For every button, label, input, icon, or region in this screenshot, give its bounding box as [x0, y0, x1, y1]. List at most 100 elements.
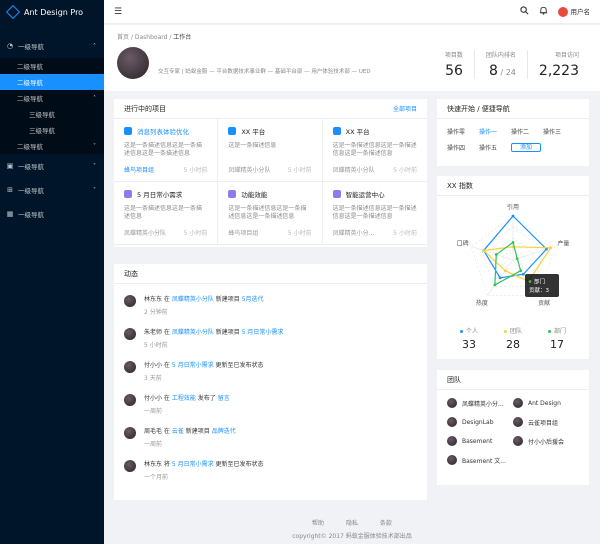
stat-projects: 项目数 56: [434, 50, 474, 79]
activity-group-link[interactable]: 凤蝶精英小分队: [172, 329, 214, 336]
project-name[interactable]: XX 平台: [241, 126, 265, 136]
user-menu[interactable]: 用户名: [557, 6, 590, 17]
sidebar-item-label: 三级导航: [29, 111, 55, 119]
chevron-up-icon: ˄: [93, 42, 96, 50]
sidebar-item[interactable]: 三级导航: [0, 122, 104, 138]
team-member[interactable]: 付小小后援会: [513, 436, 579, 446]
activity-connector: 在: [162, 428, 172, 435]
team-member[interactable]: Basement 文...: [447, 455, 513, 465]
team-member[interactable]: Basement: [447, 436, 513, 446]
radar-card: XX 指数 引用 产量 贡献 热度 口碑 部门 贡献：3 个人 33 团队 28 部门 17: [437, 176, 589, 359]
sidebar-item[interactable]: ◔ 一级导航 ˄: [0, 34, 104, 58]
team-member[interactable]: 云雀项目组: [513, 417, 579, 427]
radar-tooltip: 部门贡献：3: [525, 274, 559, 297]
radar-axis-label: 引用: [507, 203, 519, 211]
activity-group-link[interactable]: 云雀: [172, 428, 184, 435]
project-item[interactable]: XX 平台 这是一条描述信息 凤蝶精英小分队 5 小时前: [218, 119, 323, 182]
project-item[interactable]: 消息列表体验优化 这是一条描述信息这是一条描述信息这是一条描述信息 蜂鸟项目组 5 小…: [114, 119, 219, 182]
project-item[interactable]: 智能运营中心 这是一条描述信息这是一条描述信息这是一条描述信息 凤蝶精英小分... 5…: [322, 182, 427, 245]
quicknav-link[interactable]: 操作四: [447, 143, 479, 152]
project-footer: 凤蝶精英小分队 5 小时前: [124, 228, 207, 237]
project-title: 智能运营中心: [332, 189, 417, 199]
legend-dot-icon: [459, 330, 463, 333]
team-member[interactable]: DesignLab: [447, 417, 513, 427]
project-name[interactable]: 功能效能: [241, 189, 267, 199]
bell-icon[interactable]: [539, 6, 548, 17]
user-avatar: [117, 47, 149, 79]
activity-target-link[interactable]: 5 月日常小需求: [242, 329, 284, 336]
project-team[interactable]: 凤蝶精英小分队: [124, 228, 166, 237]
activity-user: 周毛毛: [144, 428, 163, 435]
card-title: 团队: [437, 370, 589, 390]
sidebar-item[interactable]: ▦ 一级导航: [0, 202, 104, 226]
radar-axis-label: 热度: [476, 299, 488, 307]
project-item[interactable]: 功能效能 这是一条描述信息这是一条描述信息这是一条描述信息 蜂鸟项目组 5 小时前: [218, 182, 323, 245]
project-team[interactable]: 蜂鸟项目组: [124, 165, 154, 174]
activity-title: 动态: [124, 269, 138, 278]
projects-title: 进行中的项目: [124, 104, 166, 113]
avatar: [447, 436, 457, 446]
activity-group-link[interactable]: 5 月日常小需求: [172, 362, 214, 369]
global-footer: 帮助 隐私 条款 copyright© 2017 蚂蚁金服体验技术部出品: [104, 518, 600, 540]
team-member[interactable]: 凤蝶精英小分...: [447, 398, 513, 408]
menu-fold-icon[interactable]: ☰: [114, 7, 122, 17]
activity-target-link[interactable]: 5月迭代: [242, 296, 264, 303]
footer-link-help[interactable]: 帮助: [312, 520, 324, 527]
activity-target-link[interactable]: 品牌迭代: [212, 428, 236, 435]
project-footer: 凤蝶精英小分队 5 小时前: [228, 165, 311, 174]
breadcrumb-home[interactable]: 首页: [117, 34, 129, 41]
footer-link-terms[interactable]: 条款: [380, 520, 392, 527]
radar-point: [515, 257, 519, 261]
activity-time: 3 天前: [144, 375, 162, 382]
breadcrumb-dashboard[interactable]: Dashboard: [135, 34, 168, 41]
avatar: [447, 398, 457, 408]
legend-value: 17: [549, 338, 564, 351]
project-team[interactable]: 凤蝶精英小分队: [333, 165, 375, 174]
activity-group-link[interactable]: 5 月日常小需求: [172, 461, 214, 468]
activity-connector: 在: [162, 395, 172, 402]
stat-title: 团队内排名: [485, 52, 516, 59]
quicknav-link[interactable]: 操作二: [511, 127, 543, 136]
quicknav-link[interactable]: 操作五: [479, 143, 511, 152]
footer-link-privacy[interactable]: 隐私: [346, 520, 358, 527]
project-item[interactable]: 5 月日常小需求 这是一条描述信息这是一条描述信息 凤蝶精英小分队 5 小时前: [114, 182, 219, 245]
legend-label: 部门: [553, 328, 566, 335]
project-name[interactable]: 智能运营中心: [346, 189, 385, 199]
radar-axis: [512, 246, 555, 261]
quicknav-link[interactable]: 操作一: [479, 127, 511, 136]
project-team[interactable]: 凤蝶精英小分...: [333, 228, 375, 237]
sidebar-item[interactable]: ⊞ 一级导航 ˅: [0, 178, 104, 202]
avatar: [557, 7, 568, 17]
logo[interactable]: Ant Design Pro: [0, 0, 104, 24]
sidebar-item[interactable]: 二级导航: [0, 58, 104, 74]
project-team[interactable]: 凤蝶精英小分队: [228, 165, 270, 174]
sidebar-item[interactable]: 三级导航: [0, 106, 104, 122]
sidebar-item[interactable]: 二级导航 ˅: [0, 138, 104, 154]
activity-time: 一周前: [144, 441, 163, 448]
radar-point: [511, 214, 515, 218]
sidebar-item[interactable]: 二级导航: [0, 74, 104, 90]
project-footer: 蜂鸟项目组 5 小时前: [228, 228, 311, 237]
project-name[interactable]: XX 平台: [346, 126, 370, 136]
activity-item: 林东东 将 5 月日常小需求 更新至已发布状态 一个月前: [114, 452, 427, 485]
project-name[interactable]: 5 月日常小需求: [137, 189, 182, 199]
activity-target-link[interactable]: 留言: [218, 395, 230, 402]
add-button[interactable]: 添加: [511, 143, 541, 152]
activity-group-link[interactable]: 工程效能: [172, 395, 196, 402]
project-item[interactable]: XX 平台 这是一条描述信息这是一条描述信息这是一条描述信息 凤蝶精英小分队 5 小时…: [322, 119, 427, 182]
quicknav-link[interactable]: 操作零: [447, 127, 479, 136]
project-team[interactable]: 蜂鸟项目组: [228, 228, 258, 237]
stat-title: 项目访问: [554, 52, 579, 59]
project-name[interactable]: 消息列表体验优化: [137, 126, 189, 136]
card-title: 快速开始 / 便捷导航: [437, 99, 589, 119]
activity-group-link[interactable]: 凤蝶精英小分队: [172, 296, 214, 303]
sidebar-item[interactable]: ▣ 一级导航 ˅: [0, 154, 104, 178]
sidebar-item[interactable]: 二级导航 ˄: [0, 90, 104, 106]
stat-rank-total: / 24: [497, 68, 516, 77]
team-member[interactable]: Ant Design: [513, 398, 579, 408]
search-icon[interactable]: [519, 6, 529, 17]
quicknav-link[interactable]: 操作三: [543, 127, 575, 136]
stat-visits: 项目访问 2,223: [526, 50, 590, 79]
all-projects-link[interactable]: 全部项目: [393, 104, 417, 113]
radar-point: [498, 276, 502, 280]
